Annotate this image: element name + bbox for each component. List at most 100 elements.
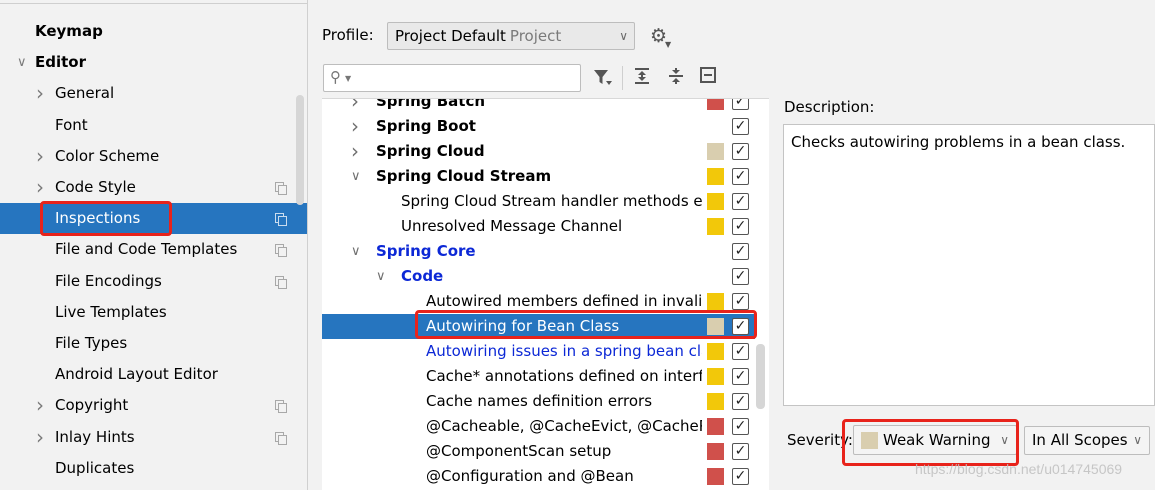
project-scope-icon [275,400,287,414]
tree-row[interactable]: Autowired members defined in invalid ✓ [322,289,755,314]
tree-row[interactable]: ∨ Spring Core ✓ [322,239,755,264]
chevron-down-icon[interactable]: ∨ [351,239,361,264]
scope-dropdown[interactable]: In All Scopes ∨ [1024,426,1150,455]
severity-color-swatch [707,218,724,235]
reset-icon[interactable] [696,66,720,90]
tree-row-label: @Cacheable, @CacheEvict, @CachePut [426,417,702,435]
enabled-checkbox[interactable]: ✓ [732,393,749,410]
tree-row[interactable]: @ComponentScan setup ✓ [322,439,755,464]
sidebar-item-label: Font [55,115,88,134]
chevron-right-icon[interactable]: › [36,390,48,421]
sidebar-item-label: Live Templates [55,302,167,321]
description-label: Description: [784,98,875,116]
tree-row[interactable]: Spring Cloud Stream handler methods erro… [322,189,755,214]
sidebar-scrollbar[interactable] [296,95,304,205]
enabled-checkbox[interactable]: ✓ [732,168,749,185]
profile-label: Profile: [322,26,374,44]
tree-row[interactable]: ∨ Code ✓ [322,264,755,289]
sidebar-item-color-scheme[interactable]: › Color Scheme [0,141,307,172]
tree-row[interactable]: @Configuration and @Bean ✓ [322,464,755,489]
description-text: Checks autowiring problems in a bean cla… [791,133,1126,151]
gear-icon[interactable]: ⚙ ▼ [650,24,674,49]
enabled-checkbox[interactable]: ✓ [732,268,749,285]
search-history-caret-icon: ▼ [345,74,352,83]
chevron-down-icon[interactable]: ∨ [351,164,361,189]
search-icon: ⚲ [330,68,341,86]
caret-down-icon: ▼ [665,40,672,49]
sidebar-item-label: Inlay Hints [55,427,135,446]
sidebar-item-file-types[interactable]: File Types [0,328,307,359]
filter-icon[interactable] [590,66,614,90]
sidebar-item-general[interactable]: › General [0,78,307,109]
tree-row[interactable]: Cache* annotations defined on interface ✓ [322,364,755,389]
expand-all-icon[interactable] [630,66,654,90]
sidebar-item-file-and-code-templates[interactable]: File and Code Templates [0,234,307,265]
severity-color-swatch [707,468,724,485]
sidebar-item-font[interactable]: Font [0,110,307,141]
profile-dropdown[interactable]: Project Default Project ∨ [387,22,635,50]
tree-row-label: Spring Core [376,242,476,260]
enabled-checkbox[interactable]: ✓ [732,343,749,360]
enabled-checkbox[interactable]: ✓ [732,418,749,435]
sidebar-item-label: Copyright [55,396,129,415]
enabled-checkbox[interactable]: ✓ [732,193,749,210]
severity-color-swatch [707,143,724,160]
tree-row-label: Spring Cloud Stream handler methods erro… [401,192,702,210]
tree-row[interactable]: › Spring Cloud ✓ [322,139,755,164]
chevron-right-icon[interactable]: › [36,422,48,453]
chevron-right-icon[interactable]: › [351,114,359,139]
project-scope-icon [275,244,287,258]
severity-color-swatch [861,432,878,449]
chevron-right-icon[interactable]: › [36,78,48,109]
tree-row[interactable]: Autowiring issues in a spring bean class… [322,339,755,364]
project-scope-icon [275,431,287,445]
collapse-all-icon[interactable] [664,66,688,90]
tree-row[interactable]: Unresolved Message Channel ✓ [322,214,755,239]
enabled-checkbox[interactable]: ✓ [732,318,749,335]
enabled-checkbox[interactable]: ✓ [732,118,749,135]
severity-dropdown[interactable]: Weak Warning ∨ [853,425,1017,455]
tree-row-label: Cache names definition errors [426,392,653,410]
enabled-checkbox[interactable]: ✓ [732,368,749,385]
enabled-checkbox[interactable]: ✓ [732,293,749,310]
sidebar-item-inspections[interactable]: Inspections [0,203,307,235]
sidebar-item-copyright[interactable]: › Copyright [0,390,307,421]
tree-row[interactable]: @Cacheable, @CacheEvict, @CachePut ✓ [322,414,755,439]
sidebar-item-android-layout-editor[interactable]: Android Layout Editor [0,359,307,390]
sidebar-item-inlay-hints[interactable]: › Inlay Hints [0,422,307,453]
inspection-tree: › Spring Batch ✓ › Spring Boot ✓ › Spring Cloud… [322,98,769,490]
tree-row[interactable]: › Spring Batch ✓ [322,99,755,114]
sidebar-item-file-encodings[interactable]: File Encodings [0,266,307,297]
enabled-checkbox[interactable]: ✓ [732,468,749,485]
enabled-checkbox[interactable]: ✓ [732,243,749,260]
severity-label: Severity: [787,431,853,449]
profile-value: Project Default [395,27,506,45]
sidebar-item-keymap[interactable]: Keymap [0,16,307,47]
project-scope-icon [275,213,287,227]
chevron-right-icon[interactable]: › [351,99,359,114]
enabled-checkbox[interactable]: ✓ [732,443,749,460]
sidebar-item-duplicates[interactable]: Duplicates [0,453,307,484]
tree-row[interactable]: Autowiring for Bean Class ✓ [322,314,755,339]
tree-scrollbar[interactable] [756,344,765,409]
chevron-down-icon[interactable]: ∨ [376,264,386,289]
enabled-checkbox[interactable]: ✓ [732,99,749,110]
tree-row[interactable]: › Spring Boot ✓ [322,114,755,139]
sidebar-item-live-templates[interactable]: Live Templates [0,297,307,328]
chevron-right-icon[interactable]: › [36,172,48,203]
tree-row[interactable]: Cache names definition errors ✓ [322,389,755,414]
chevron-down-icon[interactable]: ∨ [17,47,29,78]
sidebar-item-editor[interactable]: ∨ Editor [0,47,307,78]
enabled-checkbox[interactable]: ✓ [732,143,749,160]
severity-color-swatch [707,418,724,435]
chevron-right-icon[interactable]: › [36,141,48,172]
search-input[interactable]: ⚲ ▼ [323,64,581,92]
chevron-right-icon[interactable]: › [351,139,359,164]
sidebar-item-label: Editor [35,53,86,72]
tree-row-label: Autowired members defined in invalid [426,292,702,310]
severity-color-swatch [707,318,724,335]
tree-row[interactable]: ∨ Spring Cloud Stream ✓ [322,164,755,189]
tree-row-label: @Configuration and @Bean [426,467,634,485]
enabled-checkbox[interactable]: ✓ [732,218,749,235]
sidebar-item-code-style[interactable]: › Code Style [0,172,307,203]
